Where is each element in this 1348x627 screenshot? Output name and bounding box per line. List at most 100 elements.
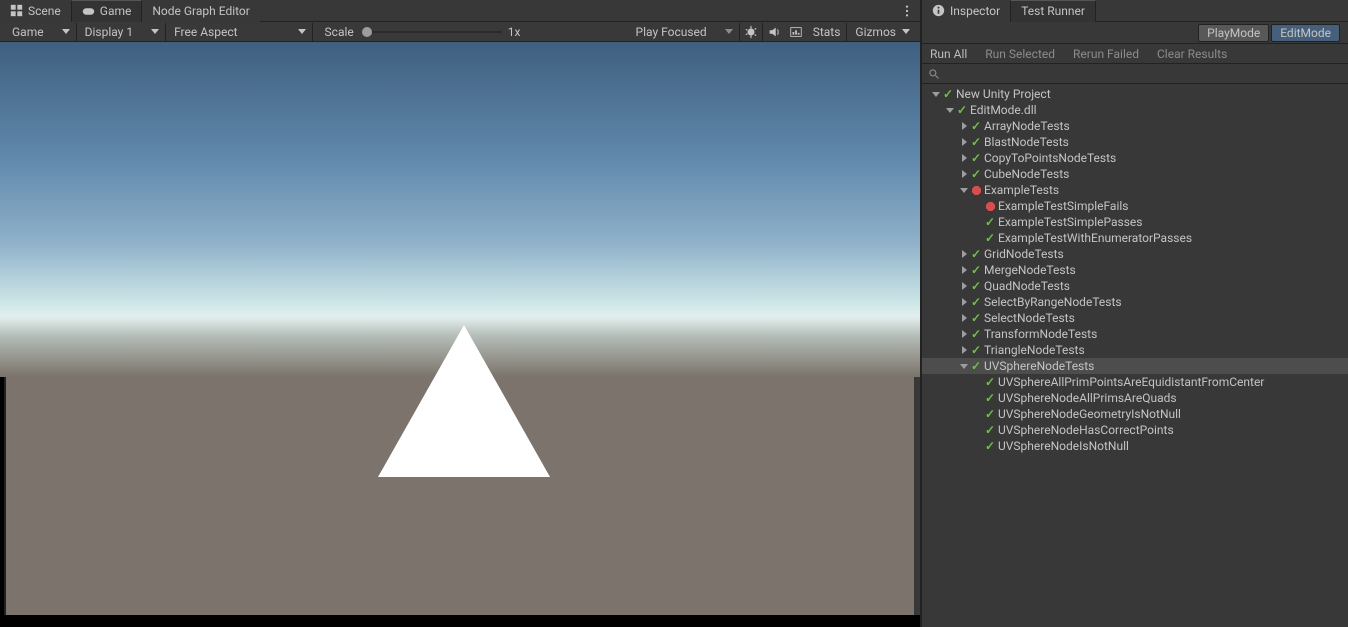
chevron-right-icon[interactable] (958, 346, 970, 354)
chevron-right-icon[interactable] (958, 138, 970, 146)
chevron-right-icon[interactable] (958, 154, 970, 162)
tab-scene[interactable]: Scene (0, 0, 71, 22)
caret-icon (151, 29, 159, 34)
tab-game-label: Game (100, 4, 132, 18)
test-tree-row[interactable]: ✓QuadNodeTests (922, 278, 1348, 294)
chevron-right-icon[interactable] (958, 298, 970, 306)
chevron-down-icon[interactable] (958, 362, 970, 370)
game-dropdown-label: Game (12, 25, 44, 39)
play-focused-label: Play Focused (636, 25, 707, 39)
test-tree[interactable]: ✓New Unity Project✓EditMode.dll✓ArrayNod… (922, 84, 1348, 627)
triangle-mesh (378, 325, 550, 477)
stats-button[interactable]: Stats (807, 23, 847, 41)
test-tree-row[interactable]: ✓GridNodeTests (922, 246, 1348, 262)
editmode-label: EditMode (1280, 26, 1331, 40)
test-tree-row[interactable]: ✓BlastNodeTests (922, 134, 1348, 150)
test-tree-row[interactable]: ✓ArrayNodeTests (922, 118, 1348, 134)
chevron-right-icon[interactable] (958, 330, 970, 338)
pass-icon: ✓ (984, 407, 996, 421)
game-dropdown[interactable]: Game (4, 23, 76, 41)
fail-icon (970, 186, 982, 195)
test-tree-row[interactable]: ✓EditMode.dll (922, 102, 1348, 118)
display-dropdown-label: Display 1 (85, 25, 133, 39)
tab-game[interactable]: Game (71, 0, 143, 22)
chevron-right-icon[interactable] (958, 170, 970, 178)
display-dropdown[interactable]: Display 1 (77, 23, 165, 41)
test-tree-row[interactable]: ✓ExampleTestWithEnumeratorPasses (922, 230, 1348, 246)
test-label: ExampleTestSimpleFails (996, 199, 1128, 213)
test-tree-row[interactable]: ExampleTests (922, 182, 1348, 198)
test-tree-row[interactable]: ✓ExampleTestSimplePasses (922, 214, 1348, 230)
test-label: TriangleNodeTests (982, 343, 1085, 357)
test-tree-row[interactable]: ✓SelectNodeTests (922, 310, 1348, 326)
chevron-down-icon[interactable] (930, 90, 942, 98)
mute-icon[interactable] (763, 23, 785, 41)
pass-icon: ✓ (970, 247, 982, 261)
test-tree-row[interactable]: ✓UVSphereNodeAllPrimsAreQuads (922, 390, 1348, 406)
tab-menu-icon[interactable] (900, 4, 914, 18)
game-toolbar: Game Display 1 Free Aspect Scale 1x Play… (0, 22, 920, 42)
test-label: UVSphereNodeAllPrimsAreQuads (996, 391, 1177, 405)
test-tree-row[interactable]: ExampleTestSimpleFails (922, 198, 1348, 214)
test-tree-row[interactable]: ✓TriangleNodeTests (922, 342, 1348, 358)
test-label: BlastNodeTests (982, 135, 1069, 149)
search-bar[interactable] (922, 64, 1348, 84)
test-label: SelectNodeTests (982, 311, 1075, 325)
test-tree-row[interactable]: ✓CopyToPointsNodeTests (922, 150, 1348, 166)
test-label: ExampleTestSimplePasses (996, 215, 1142, 229)
chevron-right-icon[interactable] (958, 314, 970, 322)
pass-icon: ✓ (970, 311, 982, 325)
test-tree-row[interactable]: ✓UVSphereNodeHasCorrectPoints (922, 422, 1348, 438)
pass-icon: ✓ (970, 279, 982, 293)
chevron-right-icon[interactable] (958, 282, 970, 290)
pass-icon: ✓ (970, 359, 982, 373)
game-icon (82, 5, 95, 18)
debug-icon[interactable] (740, 23, 762, 41)
tab-test-runner[interactable]: Test Runner (1010, 0, 1096, 22)
pass-icon: ✓ (970, 167, 982, 181)
play-focused-dropdown[interactable]: Play Focused (628, 23, 739, 41)
test-label: TransformNodeTests (982, 327, 1097, 341)
test-label: UVSphereNodeIsNotNull (996, 439, 1129, 453)
test-label: CubeNodeTests (982, 167, 1069, 181)
scale-label: Scale (313, 25, 362, 39)
tab-inspector[interactable]: Inspector (922, 0, 1010, 22)
test-tree-row[interactable]: ✓UVSphereAllPrimPointsAreEquidistantFrom… (922, 374, 1348, 390)
chevron-down-icon[interactable] (958, 186, 970, 194)
aspect-dropdown[interactable]: Free Aspect (166, 23, 311, 41)
pass-icon: ✓ (984, 423, 996, 437)
scale-slider[interactable] (362, 23, 502, 41)
rerun-failed-button[interactable]: Rerun Failed (1069, 47, 1143, 61)
pass-icon: ✓ (970, 263, 982, 277)
chevron-right-icon[interactable] (958, 122, 970, 130)
chevron-down-icon[interactable] (944, 106, 956, 114)
test-tree-row[interactable]: ✓CubeNodeTests (922, 166, 1348, 182)
test-tree-row[interactable]: ✓UVSphereNodeIsNotNull (922, 438, 1348, 454)
action-bar: Run All Run Selected Rerun Failed Clear … (922, 44, 1348, 64)
game-viewport[interactable] (0, 42, 920, 627)
test-label: SelectByRangeNodeTests (982, 295, 1122, 309)
run-all-button[interactable]: Run All (926, 47, 971, 61)
gizmos-label: Gizmos (855, 25, 896, 39)
slider-thumb[interactable] (362, 27, 372, 37)
run-selected-button[interactable]: Run Selected (981, 47, 1059, 61)
test-tree-row[interactable]: ✓SelectByRangeNodeTests (922, 294, 1348, 310)
pass-icon: ✓ (984, 215, 996, 229)
chevron-right-icon[interactable] (958, 266, 970, 274)
tab-scene-label: Scene (28, 4, 61, 18)
playmode-button[interactable]: PlayMode (1198, 24, 1269, 42)
test-tree-row[interactable]: ✓MergeNodeTests (922, 262, 1348, 278)
tab-node-graph-label: Node Graph Editor (152, 4, 249, 18)
test-tree-row[interactable]: ✓New Unity Project (922, 86, 1348, 102)
stats-button-label: Stats (813, 25, 841, 39)
test-runner-panel: Inspector Test Runner PlayMode EditMode … (922, 0, 1348, 627)
gizmos-dropdown[interactable]: Gizmos (847, 23, 916, 41)
editmode-button[interactable]: EditMode (1271, 24, 1340, 42)
test-tree-row[interactable]: ✓UVSphereNodeTests (922, 358, 1348, 374)
tab-node-graph[interactable]: Node Graph Editor (142, 0, 259, 22)
clear-results-button[interactable]: Clear Results (1153, 47, 1231, 61)
chevron-right-icon[interactable] (958, 250, 970, 258)
test-tree-row[interactable]: ✓UVSphereNodeGeometryIsNotNull (922, 406, 1348, 422)
test-tree-row[interactable]: ✓TransformNodeTests (922, 326, 1348, 342)
stats-icon[interactable] (785, 23, 807, 41)
